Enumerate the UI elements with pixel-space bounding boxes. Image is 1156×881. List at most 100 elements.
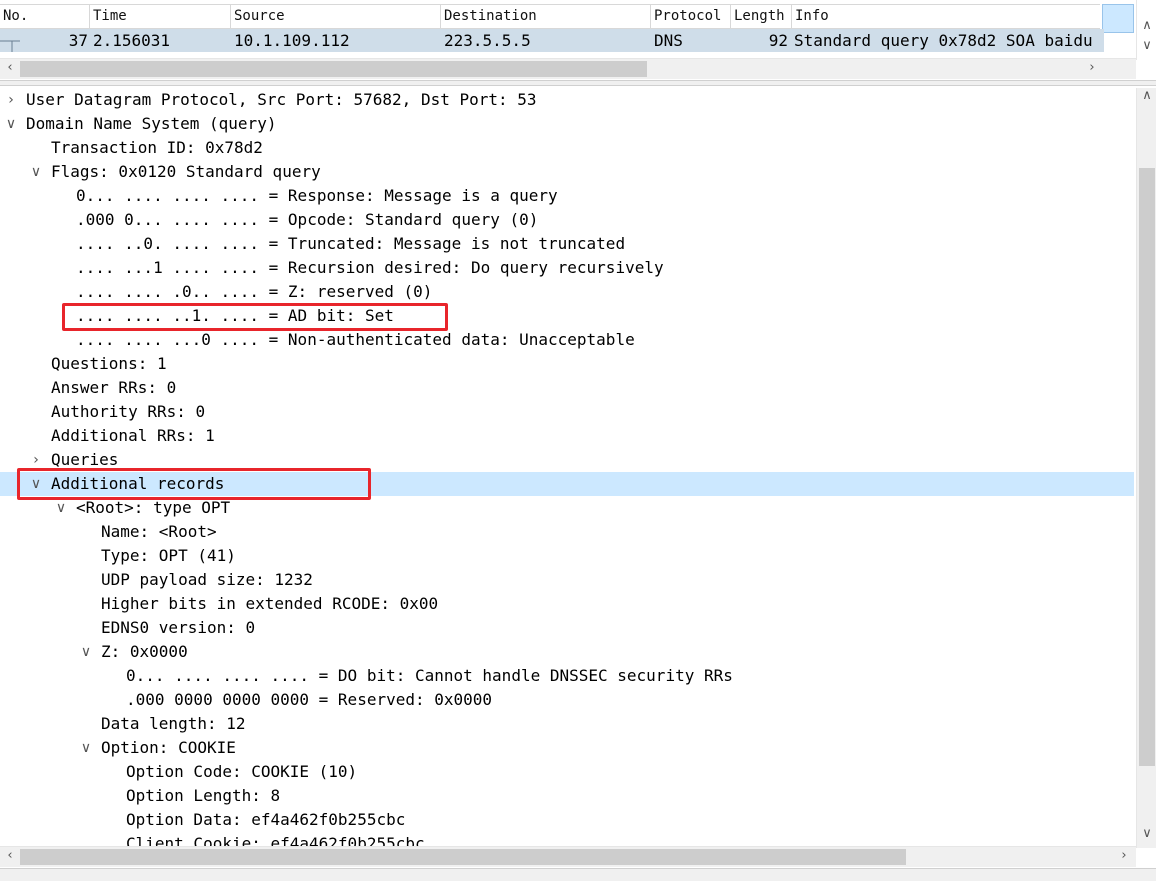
cell-no: 37 [68,31,88,50]
tree-item-label: Answer RRs: 0 [51,378,177,397]
tree-item-label: Additional RRs: 1 [51,426,215,445]
tree-item-option-cookie[interactable]: ∨ Option: COOKIE [0,736,1134,760]
tree-item-label: Flags: 0x0120 Standard query [51,162,321,181]
tree-item-root-opt[interactable]: ∨ <Root>: type OPT [0,496,1134,520]
tree-item-option-length[interactable]: Option Length: 8 [0,784,1134,808]
tree-item-name[interactable]: Name: <Root> [0,520,1134,544]
tree-item-udp[interactable]: › User Datagram Protocol, Src Port: 5768… [0,88,1134,112]
tree-item-label: Queries [51,450,119,469]
tree-item-label: Client Cookie: ef4a462f0b255cbc [126,834,425,846]
tree-item-edns0-version[interactable]: EDNS0 version: 0 [0,616,1134,640]
column-header-time[interactable]: Time [90,5,231,28]
chevron-down-icon[interactable]: ∨ [79,736,93,760]
tree-item-reserved[interactable]: .000 0000 0000 0000 = Reserved: 0x0000 [0,688,1134,712]
tree-item-queries[interactable]: › Queries [0,448,1134,472]
packet-list-vscrollbar[interactable]: ∧ ∨ [1136,0,1156,60]
tree-item-label: Questions: 1 [51,354,167,373]
scroll-down-icon[interactable]: ∨ [1137,38,1156,53]
scrollbar-thumb[interactable] [20,849,906,865]
packet-list-header: No. Time Source Destination Protocol Len… [0,4,1100,29]
tree-item-label: .000 0... .... .... = Opcode: Standard q… [76,210,539,229]
tree-item-higher-bits[interactable]: Higher bits in extended RCODE: 0x00 [0,592,1134,616]
tree-item-label: .... .... ...0 .... = Non-authenticated … [76,330,635,349]
tree-item-questions[interactable]: Questions: 1 [0,352,1134,376]
tree-item-label: Transaction ID: 0x78d2 [51,138,263,157]
scroll-down-icon[interactable]: ∨ [1137,826,1156,841]
tree-item-authority-rrs[interactable]: Authority RRs: 0 [0,400,1134,424]
cell-info: Standard query 0x78d2 SOA baidu [794,31,1093,50]
column-header-length[interactable]: Length [731,5,792,28]
tree-item-flag-truncated[interactable]: .... ..0. .... .... = Truncated: Message… [0,232,1134,256]
tree-item-additional-rrs[interactable]: Additional RRs: 1 [0,424,1134,448]
tree-item-type[interactable]: Type: OPT (41) [0,544,1134,568]
chevron-down-icon[interactable]: ∨ [79,640,93,664]
scrollbar-thumb[interactable] [1139,168,1155,766]
tree-item-label: EDNS0 version: 0 [101,618,256,637]
column-header-destination[interactable]: Destination [441,5,651,28]
chevron-right-icon[interactable]: › [4,88,18,112]
scroll-right-icon[interactable]: › [1114,848,1134,863]
tree-item-label: Option Data: ef4a462f0b255cbc [126,810,406,829]
column-header-no[interactable]: No. [0,5,90,28]
tree-item-do-bit[interactable]: 0... .... .... .... = DO bit: Cannot han… [0,664,1134,688]
tree-item-flag-opcode[interactable]: .000 0... .... .... = Opcode: Standard q… [0,208,1134,232]
cell-time: 2.156031 [93,31,171,50]
column-header-info[interactable]: Info [792,5,1102,28]
chevron-down-icon[interactable]: ∨ [29,160,43,184]
tree-item-dns[interactable]: ∨ Domain Name System (query) [0,112,1134,136]
tree-item-option-data[interactable]: Option Data: ef4a462f0b255cbc [0,808,1134,832]
packet-list-hscrollbar[interactable]: ‹ › [0,58,1136,79]
chevron-right-icon[interactable]: › [29,448,43,472]
tree-item-additional-records[interactable]: ∨ Additional records [0,472,1134,496]
chevron-down-icon[interactable]: ∨ [4,112,18,136]
tree-item-client-cookie[interactable]: Client Cookie: ef4a462f0b255cbc [0,832,1134,846]
details-hscrollbar[interactable]: ‹ › [0,846,1136,867]
related-packet-icon [0,40,20,52]
table-row[interactable]: 37 2.156031 10.1.109.112 223.5.5.5 DNS 9… [0,29,1104,52]
tree-item-label: User Datagram Protocol, Src Port: 57682,… [26,90,537,109]
tree-item-label: Higher bits in extended RCODE: 0x00 [101,594,439,613]
tree-item-data-length[interactable]: Data length: 12 [0,712,1134,736]
tree-item-flag-z[interactable]: .... .... .0.. .... = Z: reserved (0) [0,280,1134,304]
tree-item-flag-recursion[interactable]: .... ...1 .... .... = Recursion desired:… [0,256,1134,280]
scroll-left-icon[interactable]: ‹ [0,848,20,863]
tree-item-option-code[interactable]: Option Code: COOKIE (10) [0,760,1134,784]
scroll-up-icon[interactable]: ∧ [1137,88,1156,103]
cell-destination: 223.5.5.5 [444,31,531,50]
tree-item-label: .... ...1 .... .... = Recursion desired:… [76,258,664,277]
scroll-right-icon[interactable]: › [1082,60,1102,75]
tree-item-udp-payload-size[interactable]: UDP payload size: 1232 [0,568,1134,592]
tree-item-label: UDP payload size: 1232 [101,570,313,589]
tree-item-label: Option: COOKIE [101,738,236,757]
tree-item-label: Domain Name System (query) [26,114,277,133]
tree-item-z[interactable]: ∨ Z: 0x0000 [0,640,1134,664]
header-corner [1102,4,1134,33]
scrollbar-thumb[interactable] [20,61,647,77]
tree-item-label: <Root>: type OPT [76,498,231,517]
packet-list-pane: No. Time Source Destination Protocol Len… [0,0,1136,58]
column-header-protocol[interactable]: Protocol [651,5,731,28]
tree-item-label: .... .... ..1. .... = AD bit: Set [76,306,394,325]
tree-item-flag-non-auth[interactable]: .... .... ...0 .... = Non-authenticated … [0,328,1134,352]
chevron-down-icon[interactable]: ∨ [54,496,68,520]
packet-details-pane: › User Datagram Protocol, Src Port: 5768… [0,88,1136,846]
tree-item-label: .... .... .0.. .... = Z: reserved (0) [76,282,433,301]
tree-item-answer-rrs[interactable]: Answer RRs: 0 [0,376,1134,400]
tree-item-flag-response[interactable]: 0... .... .... .... = Response: Message … [0,184,1134,208]
tree-item-label: Additional records [51,474,225,493]
tree-item-label: Authority RRs: 0 [51,402,206,421]
chevron-down-icon[interactable]: ∨ [29,472,43,496]
tree-item-label: 0... .... .... .... = DO bit: Cannot han… [126,666,733,685]
cell-protocol: DNS [654,31,683,50]
details-vscrollbar[interactable]: ∧ ∨ [1136,88,1156,848]
scroll-up-icon[interactable]: ∧ [1137,18,1156,33]
tree-item-flag-ad-bit[interactable]: .... .... ..1. .... = AD bit: Set [0,304,1134,328]
column-header-source[interactable]: Source [231,5,441,28]
tree-item-transaction-id[interactable]: Transaction ID: 0x78d2 [0,136,1134,160]
tree-item-label: Z: 0x0000 [101,642,188,661]
cell-length: 92 [768,31,788,50]
scroll-left-icon[interactable]: ‹ [0,60,20,75]
tree-item-label: .000 0000 0000 0000 = Reserved: 0x0000 [126,690,493,709]
tree-item-flags[interactable]: ∨ Flags: 0x0120 Standard query [0,160,1134,184]
pane-splitter[interactable] [0,80,1156,86]
